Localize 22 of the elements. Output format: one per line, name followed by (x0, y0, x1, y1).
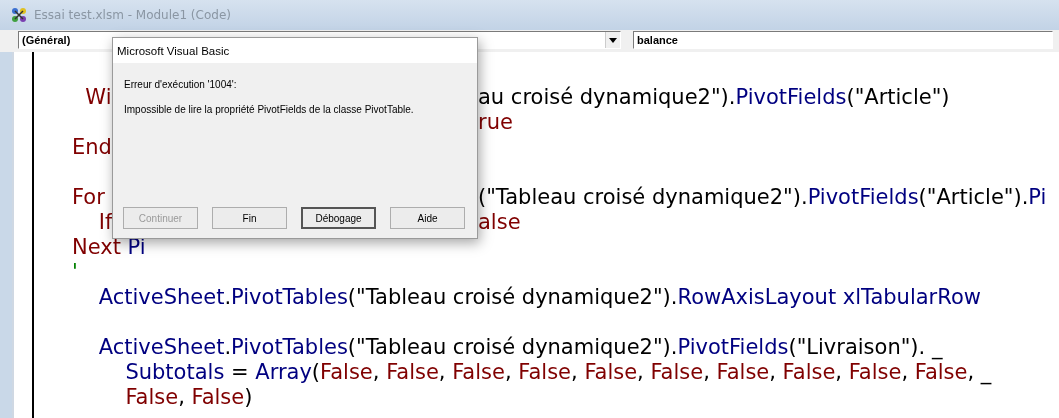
code-line: End (72, 135, 112, 159)
code-line: False, False) (124, 385, 253, 409)
code-line: If (97, 210, 112, 235)
dialog-button[interactable]: Fin (212, 207, 287, 229)
code-line: ' (72, 260, 78, 284)
code-line: ("Tableau croisé dynamique2").PivotFields("Article").Pi (478, 185, 1048, 210)
error-message: Impossible de lire la propriété PivotFields de la classe PivotTable. (124, 104, 415, 115)
code-line: au croisé dynamique2").PivotFields("Article") (478, 85, 951, 110)
error-code: Erreur d'exécution '1004': (124, 79, 238, 90)
code-line: ActiveSheet.PivotTables("Tableau croisé dynamique2").RowAxisLayout xlTabularRow (97, 285, 981, 309)
code-line: For (72, 185, 106, 210)
procedure-combo[interactable]: balance (633, 31, 1053, 49)
code-line: Wi (84, 85, 112, 110)
vba-module-icon (10, 6, 28, 24)
dialog-title: Microsoft Visual Basic (117, 44, 230, 57)
code-line: ActiveSheet.PivotTables("Tableau croisé dynamique2").PivotFields("Livraison"). _ (97, 335, 943, 359)
dialog-button[interactable]: Débogage (301, 207, 376, 229)
window-title: Essai test.xlsm - Module1 (Code) (34, 8, 231, 22)
code-line: alse (478, 210, 522, 235)
code-line: rue (478, 110, 514, 135)
code-line: Subtotals = Array(False, False, False, False, False, False, False, False, False, False, _ (124, 360, 992, 384)
dialog-button[interactable]: Aide (390, 207, 465, 229)
